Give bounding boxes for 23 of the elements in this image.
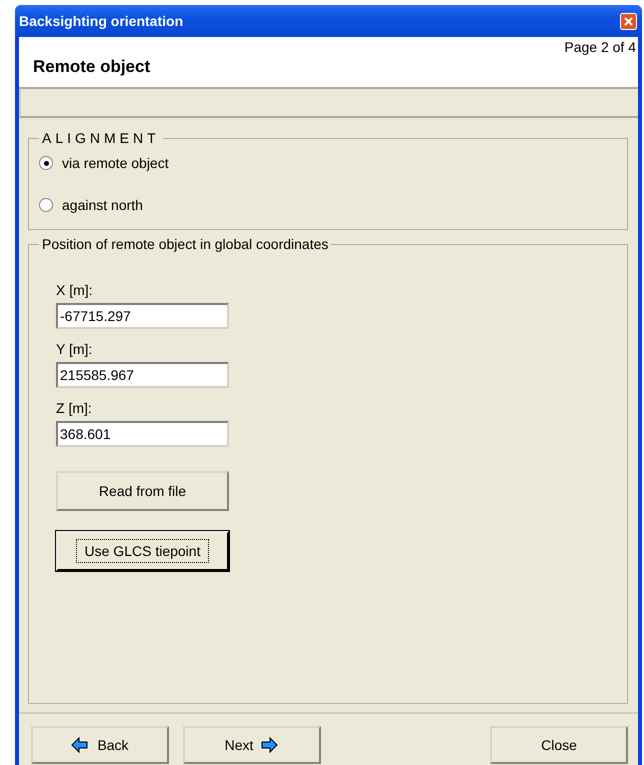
next-button[interactable]: Next — [183, 726, 321, 764]
window-title: Backsighting orientation — [19, 13, 184, 29]
field-label: Y [m]: — [56, 341, 94, 357]
radio-button[interactable] — [39, 156, 53, 170]
action-button[interactable]: Read from file — [56, 471, 229, 511]
input-field[interactable]: 215585.967 — [56, 362, 229, 388]
page-title: Remote object — [33, 57, 152, 77]
radio-label[interactable]: against north — [62, 197, 143, 213]
right-arrow-icon — [261, 736, 280, 754]
left-arrow-icon — [71, 736, 90, 754]
radio-button[interactable] — [39, 198, 53, 212]
field-label: Z [m]: — [56, 400, 93, 416]
radio-label[interactable]: via remote object — [62, 155, 169, 171]
input-field[interactable]: -67715.297 — [56, 303, 229, 329]
input-field[interactable]: 368.601 — [56, 421, 229, 447]
action-button[interactable]: Use GLCS tiepoint — [56, 531, 229, 571]
field-label: X [m]: — [56, 282, 94, 298]
back-button[interactable]: Back — [31, 726, 169, 764]
group-label: ALIGNMENT — [41, 130, 161, 146]
close-button[interactable]: Close — [490, 726, 628, 764]
close-icon[interactable] — [620, 12, 637, 30]
group-label: Position of remote object in global coordinates — [41, 236, 330, 252]
page-indicator: Page 2 of 4 — [564, 39, 636, 55]
